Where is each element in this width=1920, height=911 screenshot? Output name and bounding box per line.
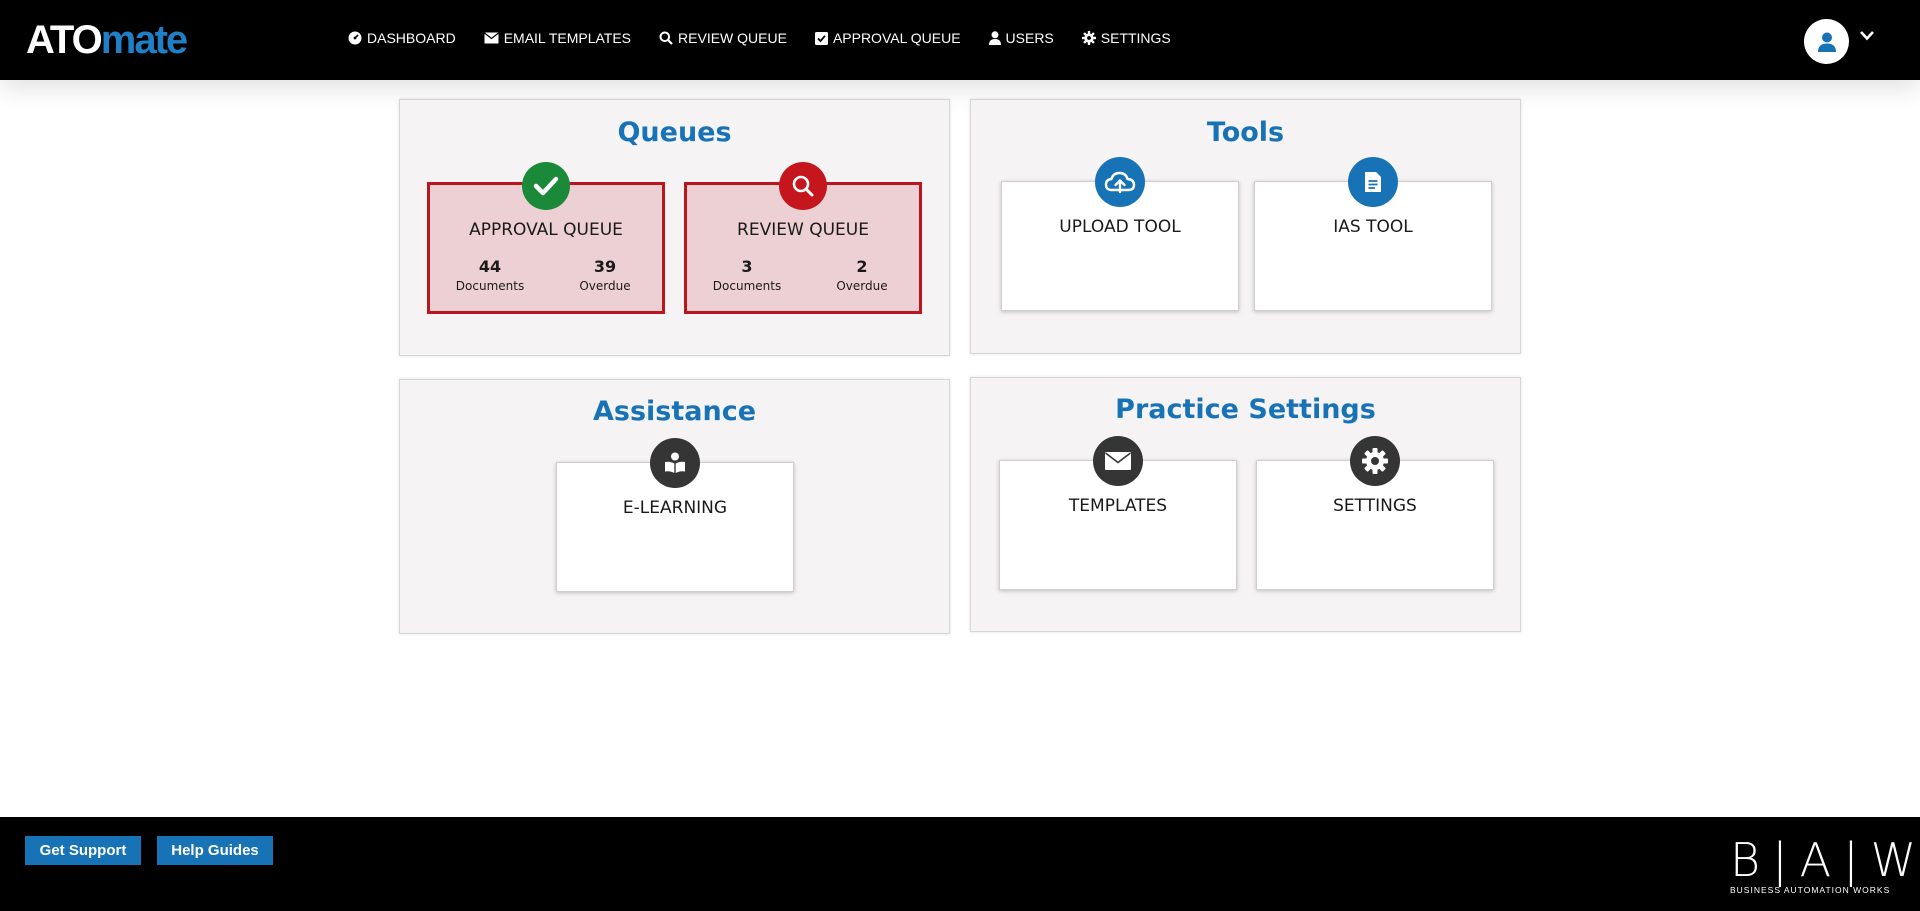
stat-label: Overdue (579, 279, 631, 293)
top-nav-bar: ATO mate DASHBOARD EMAIL TEMPLATES REVIEW… (0, 0, 1920, 80)
nav-label: REVIEW QUEUE (678, 30, 787, 46)
stat-number: 3 (741, 257, 753, 276)
user-icon (1817, 32, 1836, 52)
chevron-down-icon[interactable] (1859, 30, 1875, 42)
nav-dashboard[interactable]: DASHBOARD (348, 30, 456, 46)
gear-icon (1350, 436, 1400, 486)
nav-email-templates[interactable]: EMAIL TEMPLATES (483, 30, 632, 46)
nav-label: EMAIL TEMPLATES (503, 30, 632, 46)
queues-panel: Queues APPROVAL QUEUE 44 Documents 39 Ov… (399, 99, 950, 356)
stat-number: 39 (593, 257, 617, 276)
document-icon (1348, 157, 1398, 207)
check-icon (522, 162, 570, 210)
panel-title: Tools (1206, 117, 1285, 148)
main-nav: DASHBOARD EMAIL TEMPLATES REVIEW QUEUE A… (348, 30, 1199, 46)
panel-title: Queues (617, 117, 732, 148)
review-overdue-stat: 2 Overdue (822, 257, 902, 293)
nav-label: APPROVAL QUEUE (832, 30, 961, 46)
stat-number: 2 (856, 257, 868, 276)
help-guides-button[interactable]: Help Guides (157, 836, 273, 865)
logo-text-ato: ATO (26, 17, 103, 62)
baw-logo: B|A|W BUSINESS AUTOMATION WORKS (1730, 833, 1920, 895)
logo-text-mate: mate (100, 17, 188, 62)
cloud-upload-icon (1095, 157, 1145, 207)
book-reader-icon (650, 438, 700, 488)
footer: Get Support Help Guides B|A|W BUSINESS A… (0, 817, 1920, 911)
card-label: TEMPLATES (1068, 496, 1168, 516)
nav-approval-queue[interactable]: APPROVAL QUEUE (814, 30, 961, 46)
user-icon (988, 31, 1001, 45)
baw-logo-mark: B|A|W (1730, 833, 1920, 887)
card-label: REVIEW QUEUE (737, 220, 869, 240)
assistance-panel: Assistance E-LEARNING (399, 379, 950, 634)
stat-label: Overdue (836, 279, 888, 293)
panel-title: Practice Settings (1115, 394, 1376, 425)
dashboard-gauge-icon (348, 31, 362, 45)
gear-icon (1081, 31, 1096, 45)
nav-settings[interactable]: SETTINGS (1081, 30, 1171, 46)
search-icon (659, 31, 673, 45)
nav-users[interactable]: USERS (988, 30, 1054, 46)
card-label: SETTINGS (1333, 496, 1417, 516)
card-label: UPLOAD TOOL (1059, 217, 1181, 237)
stat-label: Documents (455, 279, 525, 293)
get-support-button[interactable]: Get Support (25, 836, 141, 865)
card-label: IAS TOOL (1333, 217, 1413, 237)
practice-settings-panel: Practice Settings TEMPLATES SETTINGS (970, 377, 1521, 632)
baw-logo-text: BUSINESS AUTOMATION WORKS (1730, 885, 1891, 895)
panel-title: Assistance (592, 396, 757, 427)
card-label: APPROVAL QUEUE (469, 220, 623, 240)
envelope-icon (483, 32, 499, 44)
nav-label: SETTINGS (1100, 30, 1171, 46)
atomate-logo[interactable]: ATO mate (26, 17, 188, 62)
nav-label: USERS (1005, 30, 1054, 46)
card-label: E-LEARNING (622, 498, 728, 518)
envelope-icon (1093, 436, 1143, 486)
nav-review-queue[interactable]: REVIEW QUEUE (659, 30, 787, 46)
nav-label: DASHBOARD (367, 30, 456, 46)
check-square-icon (814, 31, 828, 45)
search-icon (779, 162, 827, 210)
approval-documents-stat: 44 Documents (450, 257, 530, 293)
approval-overdue-stat: 39 Overdue (565, 257, 645, 293)
review-documents-stat: 3 Documents (707, 257, 787, 293)
stat-label: Documents (712, 279, 782, 293)
user-avatar-button[interactable] (1804, 19, 1849, 64)
tools-panel: Tools UPLOAD TOOL IAS TOOL (970, 99, 1521, 354)
stat-number: 44 (478, 257, 502, 276)
